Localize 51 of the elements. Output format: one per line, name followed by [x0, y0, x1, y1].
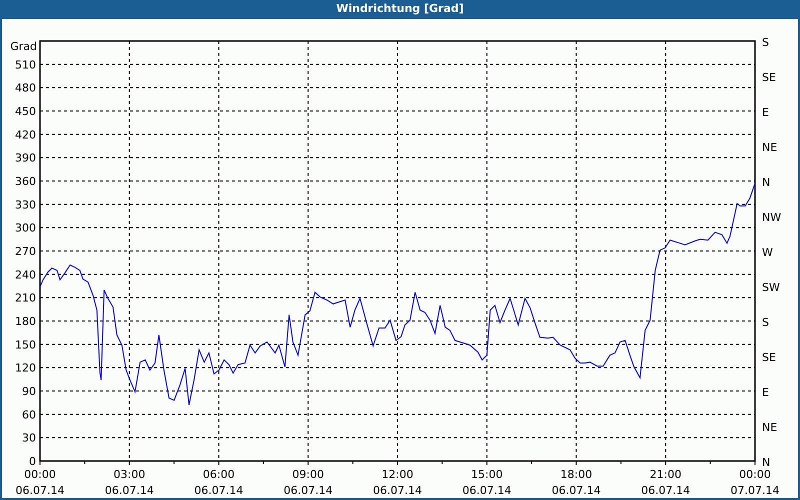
y-axis-label: 390: [15, 152, 36, 165]
compass-direction-label: S: [762, 316, 769, 329]
y-axis-label: 510: [15, 58, 36, 72]
y-axis-label: 120: [15, 362, 36, 375]
compass-direction-label: W: [762, 246, 773, 259]
window-title: Windrichtung [Grad]: [335, 1, 465, 18]
compass-direction-label: NE: [762, 421, 778, 434]
x-axis-time-label: 21:00: [650, 468, 682, 481]
x-axis-date-label: 06.07.14: [16, 484, 64, 497]
x-axis-date-label: 06.07.14: [462, 484, 512, 497]
x-axis-date-label: 06.07.14: [194, 484, 244, 497]
x-axis-time-label: 00:00: [739, 468, 771, 481]
y-axis-label: 270: [15, 245, 36, 258]
x-axis-date-label: 06.07.14: [373, 484, 422, 497]
compass-direction-label: SW: [762, 281, 780, 294]
compass-direction-label: E: [762, 106, 769, 119]
compass-direction-label: SE: [762, 351, 776, 364]
compass-direction-label: NW: [762, 211, 782, 224]
x-axis-date-label: 06.07.14: [641, 484, 690, 497]
y-axis-label: 420: [15, 128, 36, 142]
y-axis-label: 180: [15, 315, 36, 328]
compass-direction-label: N: [762, 176, 770, 189]
y-axis-label: 450: [15, 105, 36, 118]
y-axis-label: 60: [22, 408, 36, 422]
y-axis-label: 90: [22, 385, 36, 398]
y-axis-label: 210: [15, 292, 36, 305]
y-axis-label: 330: [15, 198, 36, 212]
y-axis-label: 0: [29, 455, 36, 468]
compass-direction-label: N: [762, 456, 770, 469]
x-axis-time-label: 09:00: [292, 468, 324, 481]
x-axis-time-label: 06:00: [202, 468, 235, 481]
x-axis-time-label: 03:00: [114, 468, 146, 481]
y-axis-unit: Grad: [10, 40, 37, 53]
compass-direction-label: S: [762, 36, 769, 49]
y-axis-label: 30: [22, 432, 36, 445]
x-axis-time-label: 18:00: [560, 468, 592, 481]
x-axis-date-label: 06.07.14: [104, 484, 154, 497]
y-axis-label: 150: [15, 338, 36, 352]
x-axis-time-label: 12:00: [382, 468, 414, 481]
y-axis-label: 360: [15, 175, 36, 188]
x-axis-date-label: 07.07.14: [730, 484, 780, 497]
compass-direction-label: NE: [762, 141, 778, 154]
x-axis-date-label: 06.07.14: [284, 484, 333, 497]
compass-direction-label: E: [762, 386, 769, 399]
y-axis-label: 240: [15, 268, 36, 282]
x-axis-date-label: 06.07.14: [552, 484, 601, 497]
y-axis-label: 300: [15, 222, 36, 235]
x-axis-time-label: 00:00: [24, 468, 56, 481]
y-axis-label: 480: [15, 82, 36, 95]
x-axis-time-label: 15:00: [471, 468, 503, 481]
compass-direction-label: SE: [762, 71, 776, 84]
